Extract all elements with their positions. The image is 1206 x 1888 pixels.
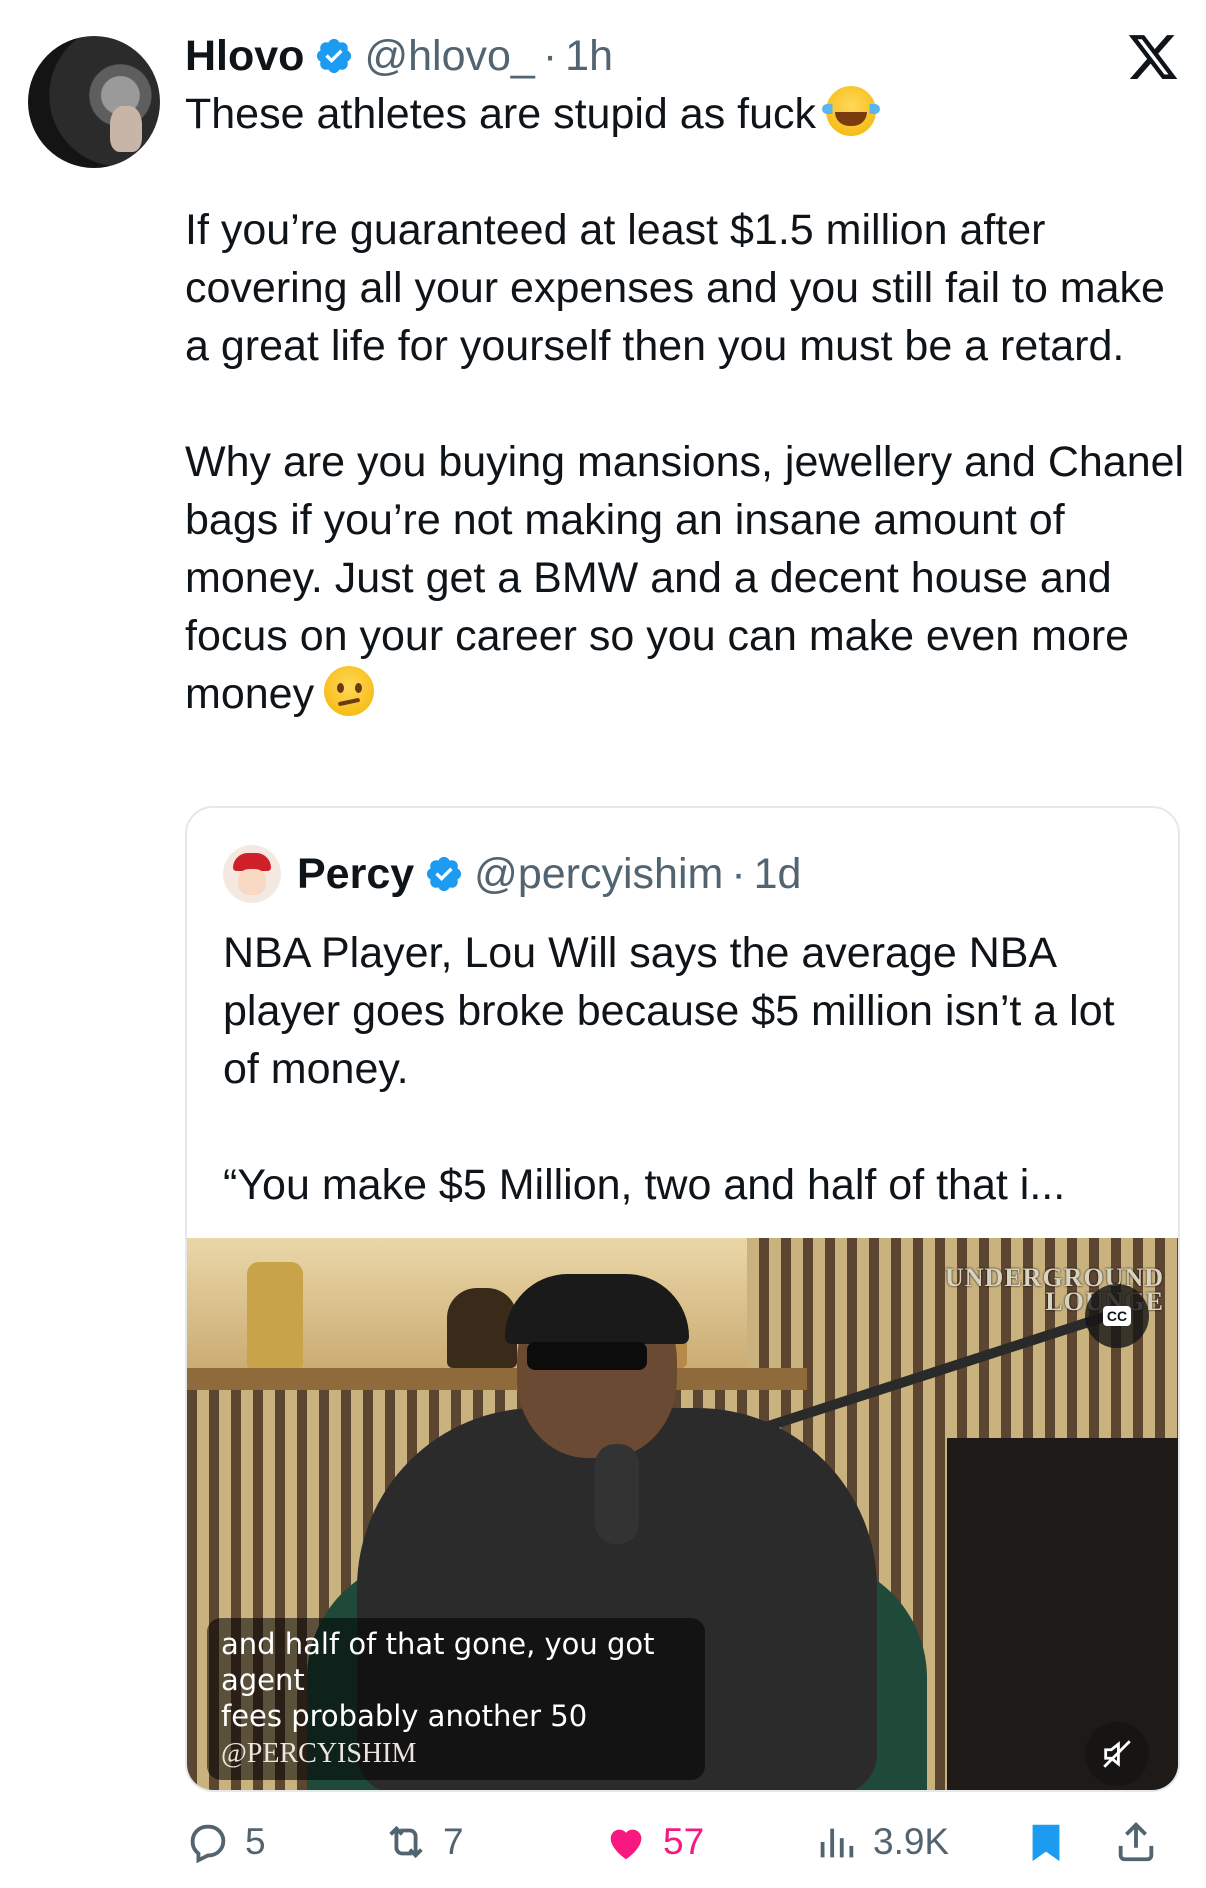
separator-dot: · xyxy=(542,31,558,80)
repost-button[interactable]: 7 xyxy=(383,1812,464,1872)
video-scene-decor xyxy=(187,1368,807,1390)
reply-count: 5 xyxy=(245,1821,266,1862)
speaker-muted-icon xyxy=(1103,1740,1131,1768)
confused-face-icon xyxy=(324,666,375,716)
bookmark-button[interactable] xyxy=(1023,1812,1083,1872)
quoted-author-name: Percy xyxy=(297,849,415,898)
separator-dot: · xyxy=(731,849,746,898)
author-avatar[interactable] xyxy=(28,36,160,168)
tweet-paragraph: If you’re guaranteed at least $1.5 milli… xyxy=(185,206,1165,370)
quoted-author-handle: @percyishim xyxy=(474,849,724,898)
cc-icon: CC xyxy=(1102,1306,1132,1326)
reply-button[interactable]: 5 xyxy=(185,1812,266,1872)
face-with-tears-of-joy-icon xyxy=(822,86,881,136)
quoted-post-time: 1d xyxy=(753,849,802,898)
tweet-paragraph: These athletes are stupid as fuck xyxy=(185,85,1185,143)
author-name[interactable]: Hlovo xyxy=(185,32,304,81)
video-subtitle: and half of that gone, you got agent fee… xyxy=(207,1618,705,1780)
quoted-author-avatar xyxy=(223,845,281,903)
quoted-paragraph: NBA Player, Lou Will says the average NB… xyxy=(223,929,1115,1093)
video-scene-decor xyxy=(247,1262,303,1368)
reply-icon xyxy=(190,1824,226,1864)
video-scene-cap xyxy=(505,1274,689,1344)
tweet-action-bar: 5 7 57 3.9K xyxy=(185,1812,1180,1872)
verified-badge-icon xyxy=(427,856,462,892)
heart-filled-icon xyxy=(610,1829,642,1860)
video-player[interactable]: UNDERGROUND LOUNGE CC and half of that g… xyxy=(187,1238,1178,1790)
like-count: 57 xyxy=(663,1821,705,1862)
tweet-paragraph: Why are you buying mansions, jewellery a… xyxy=(185,438,1185,718)
video-scene-microphone xyxy=(595,1444,639,1544)
views-button[interactable]: 3.9K xyxy=(813,1812,949,1872)
quoted-paragraph: “You make $5 Million, two and half of th… xyxy=(223,1161,1066,1209)
like-button[interactable]: 57 xyxy=(603,1812,704,1872)
view-count: 3.9K xyxy=(873,1821,950,1862)
repost-count: 7 xyxy=(443,1821,464,1862)
quoted-tweet-card[interactable]: Percy @percyishim · 1d NBA Player, Lou W… xyxy=(185,806,1180,1792)
mute-button[interactable] xyxy=(1085,1722,1149,1786)
quoted-tweet-body: NBA Player, Lou Will says the average NB… xyxy=(223,924,1143,1214)
verified-badge-icon xyxy=(317,38,352,74)
author-handle[interactable]: @hlovo_ xyxy=(364,32,534,81)
post-time[interactable]: 1h xyxy=(565,32,613,81)
video-scene-sunglasses xyxy=(527,1342,647,1370)
views-chart-icon xyxy=(820,1828,854,1858)
share-icon xyxy=(1118,1822,1154,1862)
repost-icon xyxy=(389,1825,423,1859)
tweet-body: These athletes are stupid as fuck If you… xyxy=(185,85,1185,723)
quoted-tweet-header: Percy @percyishim · 1d xyxy=(223,844,801,904)
tweet-header: Hlovo @hlovo_ · 1h xyxy=(185,26,613,86)
share-button[interactable] xyxy=(1113,1812,1173,1872)
bookmark-filled-icon xyxy=(1032,1824,1060,1862)
x-logo-icon[interactable] xyxy=(1126,30,1180,84)
closed-captions-button[interactable]: CC xyxy=(1085,1284,1149,1348)
